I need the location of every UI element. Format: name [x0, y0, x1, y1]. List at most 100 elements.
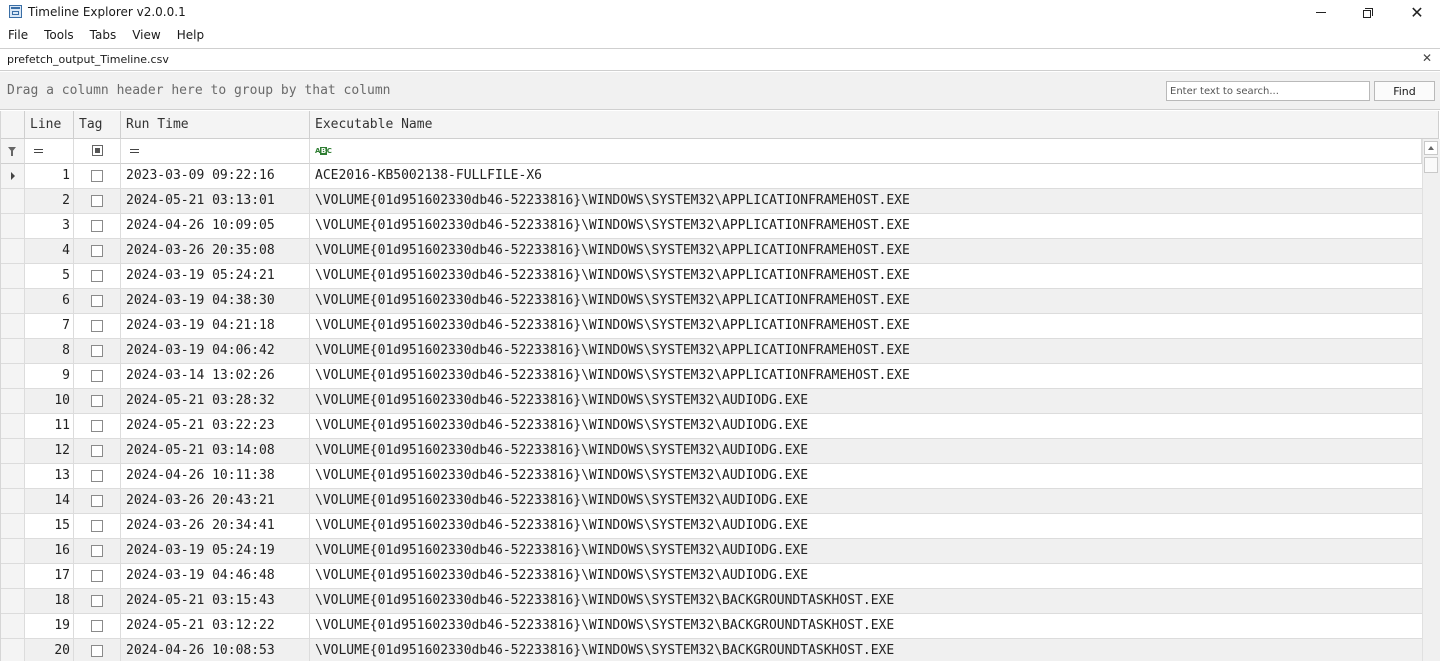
cell-run-time[interactable]: 2024-03-26 20:35:08 — [121, 239, 310, 263]
cell-run-time[interactable]: 2024-03-19 05:24:21 — [121, 264, 310, 288]
tag-checkbox[interactable] — [91, 345, 103, 357]
search-input[interactable] — [1166, 81, 1370, 101]
cell-tag[interactable] — [74, 389, 121, 413]
row-indicator[interactable] — [1, 339, 25, 363]
filter-run-time[interactable] — [121, 139, 310, 164]
table-row[interactable]: 16 2024-03-19 05:24:19 \VOLUME{01d95160233… — [1, 539, 1422, 564]
menu-tabs[interactable]: Tabs — [82, 25, 125, 47]
row-indicator[interactable] — [1, 514, 25, 538]
tag-checkbox[interactable] — [91, 420, 103, 432]
tag-checkbox[interactable] — [91, 520, 103, 532]
filter-line[interactable] — [25, 139, 74, 164]
cell-line[interactable]: 15 — [25, 514, 74, 538]
cell-executable-name[interactable]: \VOLUME{01d951602330db46-52233816}\WINDO… — [310, 239, 1422, 263]
tag-checkbox[interactable] — [91, 170, 103, 182]
menu-tools[interactable]: Tools — [36, 25, 82, 47]
cell-line[interactable]: 6 — [25, 289, 74, 313]
row-indicator[interactable] — [1, 239, 25, 263]
cell-run-time[interactable]: 2024-05-21 03:15:43 — [121, 589, 310, 613]
tag-checkbox[interactable] — [91, 245, 103, 257]
cell-executable-name[interactable]: \VOLUME{01d951602330db46-52233816}\WINDO… — [310, 314, 1422, 338]
tag-checkbox[interactable] — [91, 445, 103, 457]
cell-line[interactable]: 4 — [25, 239, 74, 263]
menu-help[interactable]: Help — [169, 25, 212, 47]
cell-tag[interactable] — [74, 539, 121, 563]
filter-row-indicator[interactable] — [1, 139, 25, 164]
cell-tag[interactable] — [74, 639, 121, 661]
table-row[interactable]: 3 2024-04-26 10:09:05 \VOLUME{01d951602330… — [1, 214, 1422, 239]
cell-executable-name[interactable]: \VOLUME{01d951602330db46-52233816}\WINDO… — [310, 214, 1422, 238]
cell-run-time[interactable]: 2024-05-21 03:13:01 — [121, 189, 310, 213]
menu-view[interactable]: View — [124, 25, 168, 47]
table-row[interactable]: 18 2024-05-21 03:15:43 \VOLUME{01d95160233… — [1, 589, 1422, 614]
cell-line[interactable]: 8 — [25, 339, 74, 363]
table-row[interactable]: 4 2024-03-26 20:35:08 \VOLUME{01d951602330… — [1, 239, 1422, 264]
cell-executable-name[interactable]: \VOLUME{01d951602330db46-52233816}\WINDO… — [310, 339, 1422, 363]
table-row[interactable]: 13 2024-04-26 10:11:38 \VOLUME{01d95160233… — [1, 464, 1422, 489]
cell-run-time[interactable]: 2023-03-09 09:22:16 — [121, 164, 310, 188]
cell-tag[interactable] — [74, 339, 121, 363]
menu-file[interactable]: File — [0, 25, 36, 47]
cell-line[interactable]: 12 — [25, 439, 74, 463]
row-indicator[interactable] — [1, 489, 25, 513]
cell-tag[interactable] — [74, 514, 121, 538]
tag-checkbox[interactable] — [91, 645, 103, 657]
table-row[interactable]: 12 2024-05-21 03:14:08 \VOLUME{01d95160233… — [1, 439, 1422, 464]
cell-run-time[interactable]: 2024-05-21 03:28:32 — [121, 389, 310, 413]
cell-run-time[interactable]: 2024-03-26 20:34:41 — [121, 514, 310, 538]
row-indicator[interactable] — [1, 189, 25, 213]
cell-executable-name[interactable]: \VOLUME{01d951602330db46-52233816}\WINDO… — [310, 189, 1422, 213]
table-row[interactable]: 6 2024-03-19 04:38:30 \VOLUME{01d951602330… — [1, 289, 1422, 314]
tag-checkbox[interactable] — [91, 395, 103, 407]
cell-tag[interactable] — [74, 364, 121, 388]
cell-line[interactable]: 7 — [25, 314, 74, 338]
cell-tag[interactable] — [74, 589, 121, 613]
row-indicator[interactable] — [1, 164, 25, 188]
tag-checkbox[interactable] — [91, 320, 103, 332]
column-header-run-time[interactable]: Run Time — [121, 111, 310, 139]
document-tab[interactable]: prefetch_output_Timeline.csv ✕ — [0, 48, 1440, 71]
cell-run-time[interactable]: 2024-03-19 05:24:19 — [121, 539, 310, 563]
cell-tag[interactable] — [74, 314, 121, 338]
cell-executable-name[interactable]: \VOLUME{01d951602330db46-52233816}\WINDO… — [310, 289, 1422, 313]
tag-checkbox[interactable] — [91, 620, 103, 632]
table-row[interactable]: 8 2024-03-19 04:06:42 \VOLUME{01d951602330… — [1, 339, 1422, 364]
cell-run-time[interactable]: 2024-03-19 04:46:48 — [121, 564, 310, 588]
tag-checkbox[interactable] — [91, 195, 103, 207]
cell-run-time[interactable]: 2024-03-19 04:21:18 — [121, 314, 310, 338]
tag-checkbox[interactable] — [91, 270, 103, 282]
tag-checkbox[interactable] — [91, 595, 103, 607]
cell-executable-name[interactable]: ACE2016-KB5002138-FULLFILE-X6 — [310, 164, 1422, 188]
row-indicator[interactable] — [1, 314, 25, 338]
cell-run-time[interactable]: 2024-05-21 03:12:22 — [121, 614, 310, 638]
tag-checkbox[interactable] — [91, 570, 103, 582]
close-button[interactable]: ✕ — [1394, 0, 1440, 25]
table-row[interactable]: 5 2024-03-19 05:24:21 \VOLUME{01d951602330… — [1, 264, 1422, 289]
row-indicator[interactable] — [1, 389, 25, 413]
row-indicator[interactable] — [1, 439, 25, 463]
cell-run-time[interactable]: 2024-05-21 03:14:08 — [121, 439, 310, 463]
table-row[interactable]: 19 2024-05-21 03:12:22 \VOLUME{01d95160233… — [1, 614, 1422, 639]
cell-line[interactable]: 3 — [25, 214, 74, 238]
cell-executable-name[interactable]: \VOLUME{01d951602330db46-52233816}\WINDO… — [310, 389, 1422, 413]
cell-run-time[interactable]: 2024-05-21 03:22:23 — [121, 414, 310, 438]
row-indicator[interactable] — [1, 414, 25, 438]
cell-line[interactable]: 19 — [25, 614, 74, 638]
minimize-button[interactable] — [1298, 0, 1344, 25]
cell-executable-name[interactable]: \VOLUME{01d951602330db46-52233816}\WINDO… — [310, 564, 1422, 588]
tag-checkbox[interactable] — [91, 370, 103, 382]
cell-run-time[interactable]: 2024-03-19 04:38:30 — [121, 289, 310, 313]
cell-line[interactable]: 5 — [25, 264, 74, 288]
cell-executable-name[interactable]: \VOLUME{01d951602330db46-52233816}\WINDO… — [310, 264, 1422, 288]
column-header-line[interactable]: Line — [25, 111, 74, 139]
cell-run-time[interactable]: 2024-03-19 04:06:42 — [121, 339, 310, 363]
cell-run-time[interactable]: 2024-04-26 10:09:05 — [121, 214, 310, 238]
cell-line[interactable]: 1 — [25, 164, 74, 188]
row-indicator[interactable] — [1, 364, 25, 388]
cell-tag[interactable] — [74, 189, 121, 213]
cell-run-time[interactable]: 2024-03-14 13:02:26 — [121, 364, 310, 388]
tag-checkbox[interactable] — [91, 495, 103, 507]
cell-executable-name[interactable]: \VOLUME{01d951602330db46-52233816}\WINDO… — [310, 489, 1422, 513]
table-row[interactable]: 14 2024-03-26 20:43:21 \VOLUME{01d95160233… — [1, 489, 1422, 514]
cell-run-time[interactable]: 2024-04-26 10:11:38 — [121, 464, 310, 488]
